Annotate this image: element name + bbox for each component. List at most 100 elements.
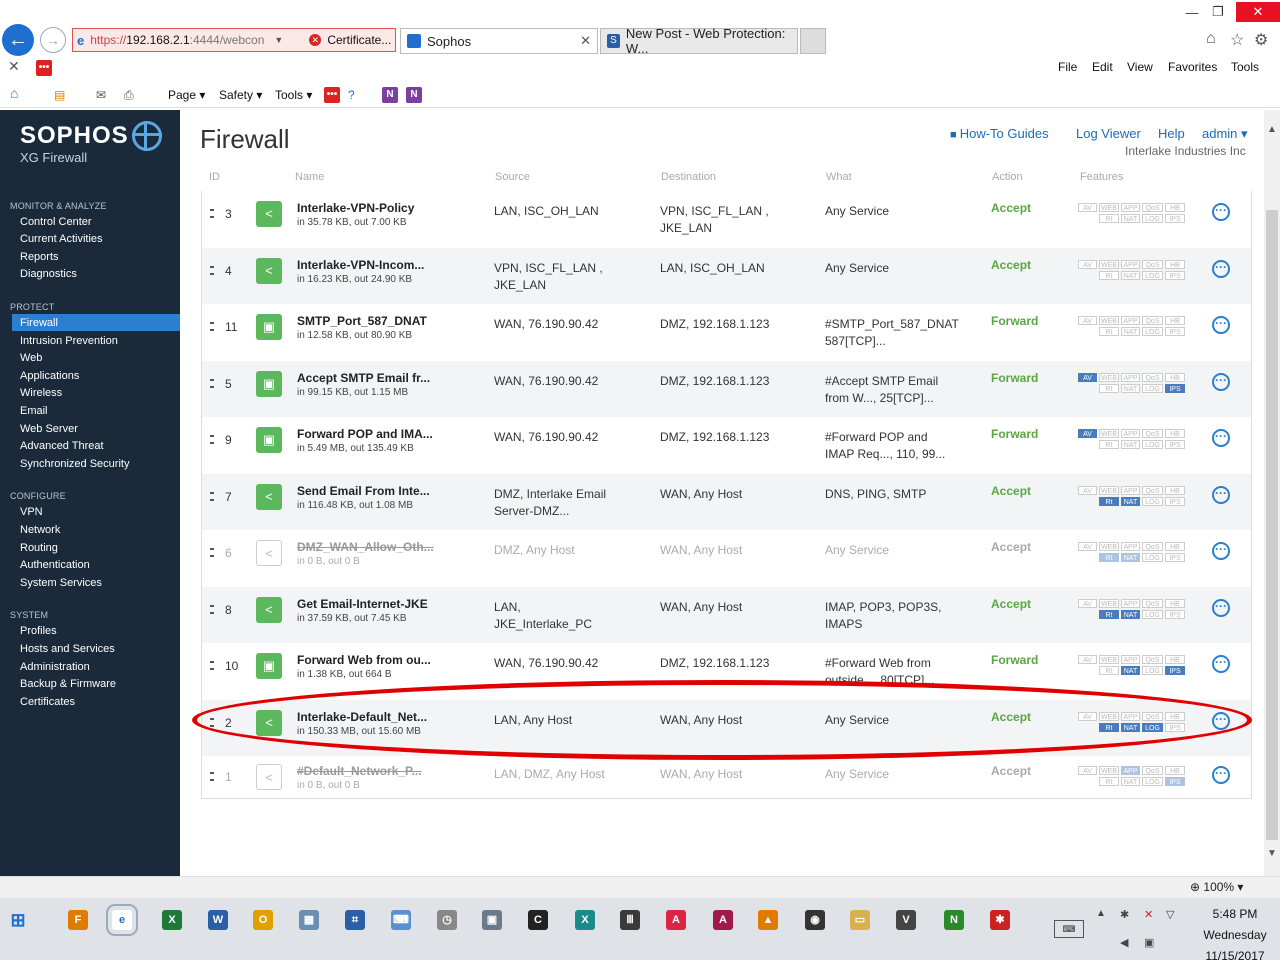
table-row[interactable]: 3 < Interlake-VPN-Policy in 35.78 KB, out 7… [202, 191, 1251, 248]
file-explorer-icon[interactable]: ▭ [850, 910, 870, 930]
outlook-icon[interactable]: O [253, 910, 273, 930]
drag-handle-icon[interactable] [210, 379, 214, 388]
page-menu[interactable]: Page ▾ [168, 88, 205, 102]
certificate-error[interactable]: ✕ Certificate... [309, 33, 391, 47]
onenote-icon[interactable]: N [382, 87, 398, 103]
rule-name[interactable]: Forward Web from ou... [297, 653, 431, 667]
sidebar-item-intrusion-prevention[interactable]: Intrusion Prevention [20, 335, 118, 347]
scroll-up-icon[interactable]: ▲ [1267, 124, 1277, 135]
sidebar-item-synchronized-security[interactable]: Synchronized Security [20, 458, 129, 470]
how-to-guides-link[interactable]: ■ How-To Guides [950, 126, 1049, 141]
library-app-icon[interactable]: Ⅲ [620, 910, 640, 930]
menu-file[interactable]: File [1058, 60, 1077, 74]
sidebar-item-administration[interactable]: Administration [20, 661, 90, 673]
drag-handle-icon[interactable] [210, 209, 214, 218]
sidebar-item-web-server[interactable]: Web Server [20, 423, 78, 435]
home-icon[interactable]: ⌂ [1206, 30, 1216, 48]
lastpass-icon[interactable]: ••• [36, 60, 52, 76]
internet-explorer-icon[interactable]: e [106, 904, 138, 936]
firefox-icon[interactable]: F [68, 910, 88, 930]
table-row[interactable]: 5 ▣ Accept SMTP Email fr... in 99.15 KB, ou… [202, 361, 1251, 417]
sidebar-item-hosts-and-services[interactable]: Hosts and Services [20, 643, 115, 655]
tab-new-post[interactable]: S New Post - Web Protection: W... [600, 26, 798, 56]
rule-name[interactable]: Send Email From Inte... [297, 484, 430, 498]
home-icon[interactable]: ⌂ [10, 85, 18, 101]
close-tab-icon[interactable]: ✕ [580, 33, 591, 49]
more-options-icon[interactable]: ··· [1212, 766, 1230, 784]
col-destination[interactable]: Destination [661, 171, 716, 183]
excel-viewer-icon[interactable]: X [575, 910, 595, 930]
sidebar-item-web[interactable]: Web [20, 352, 42, 364]
sidebar-item-diagnostics[interactable]: Diagnostics [20, 268, 77, 280]
col-action[interactable]: Action [992, 171, 1023, 183]
more-options-icon[interactable]: ··· [1212, 373, 1230, 391]
sidebar-item-current-activities[interactable]: Current Activities [20, 233, 103, 245]
sidebar-item-certificates[interactable]: Certificates [20, 696, 75, 708]
sidebar-item-profiles[interactable]: Profiles [20, 625, 57, 637]
keyboard-app-icon[interactable]: ⌨ [391, 910, 411, 930]
keyboard-icon[interactable]: ⌨ [1054, 920, 1084, 938]
scroll-down-icon[interactable]: ▼ [1267, 848, 1277, 859]
drag-handle-icon[interactable] [210, 266, 214, 275]
col-what[interactable]: What [826, 171, 852, 183]
drag-handle-icon[interactable] [210, 661, 214, 670]
tools-menu[interactable]: Tools ▾ [275, 88, 312, 102]
table-row[interactable]: 1 < #Default_Network_P... in 0 B, out 0 B LA… [202, 756, 1251, 799]
drag-handle-icon[interactable] [210, 605, 214, 614]
log-viewer-link[interactable]: Log Viewer [1076, 126, 1141, 141]
start-windows-icon[interactable]: ⊞ [8, 910, 28, 930]
scrollbar-thumb[interactable] [1266, 210, 1278, 840]
flag-icon[interactable]: ▽ [1166, 908, 1174, 921]
more-options-icon[interactable]: ··· [1212, 542, 1230, 560]
favorites-star-icon[interactable]: ☆ [1230, 30, 1244, 50]
dropdown-icon[interactable]: ▼ [274, 35, 283, 45]
app-red-icon[interactable]: ✱ [990, 910, 1010, 930]
app-icon[interactable]: ◉ [805, 910, 825, 930]
print-icon[interactable]: ⎙ [124, 88, 134, 103]
rule-name[interactable]: SMTP_Port_587_DNAT [297, 314, 427, 328]
acrobat-icon[interactable]: A [666, 910, 686, 930]
drag-handle-icon[interactable] [210, 548, 214, 557]
bluetooth-icon[interactable]: ✱ [1120, 908, 1129, 921]
menu-edit[interactable]: Edit [1092, 60, 1113, 74]
close-icon[interactable]: ✕ [8, 58, 20, 75]
more-options-icon[interactable]: ··· [1212, 486, 1230, 504]
col-source[interactable]: Source [495, 171, 530, 183]
mail-icon[interactable]: ✉ [96, 88, 106, 102]
network-tool-icon[interactable]: ⌗ [345, 910, 365, 930]
sidebar-item-control-center[interactable]: Control Center [20, 216, 92, 228]
drag-handle-icon[interactable] [210, 435, 214, 444]
menu-view[interactable]: View [1127, 60, 1153, 74]
sidebar-item-reports[interactable]: Reports [20, 251, 59, 263]
sidebar-item-authentication[interactable]: Authentication [20, 559, 90, 571]
command-prompt-icon[interactable]: C [528, 910, 548, 930]
more-options-icon[interactable]: ··· [1212, 429, 1230, 447]
drag-handle-icon[interactable] [210, 492, 214, 501]
sidebar-item-vpn[interactable]: VPN [20, 506, 43, 518]
more-options-icon[interactable]: ··· [1212, 316, 1230, 334]
sidebar-item-backup-firmware[interactable]: Backup & Firmware [20, 678, 116, 690]
sidebar-item-wireless[interactable]: Wireless [20, 387, 62, 399]
more-options-icon[interactable]: ··· [1212, 260, 1230, 278]
table-row[interactable]: 9 ▣ Forward POP and IMA... in 5.49 MB, out … [202, 417, 1251, 474]
feeds-icon[interactable]: ▤ [54, 88, 65, 102]
rule-name[interactable]: Interlake-VPN-Incom... [297, 258, 424, 272]
sidebar-item-advanced-threat[interactable]: Advanced Threat [20, 440, 104, 452]
settings-gear-icon[interactable]: ⚙ [1254, 30, 1268, 50]
sidebar-item-email[interactable]: Email [20, 405, 48, 417]
menu-favorites[interactable]: Favorites [1168, 60, 1217, 74]
calculator-icon[interactable]: ▦ [299, 910, 319, 930]
zoom-level[interactable]: ⊕ 100% ▾ [1190, 880, 1243, 894]
rule-name[interactable]: #Default_Network_P... [297, 764, 422, 778]
admin-menu[interactable]: admin ▾ [1202, 126, 1248, 142]
table-row[interactable]: 4 < Interlake-VPN-Incom... in 16.23 KB, out… [202, 248, 1251, 304]
sidebar-item-routing[interactable]: Routing [20, 542, 58, 554]
table-row[interactable]: 6 < DMZ_WAN_Allow_Oth... in 0 B, out 0 B DMZ… [202, 530, 1251, 587]
vnc-icon[interactable]: V [896, 910, 916, 930]
minimize-button[interactable]: — [1180, 2, 1204, 22]
drag-handle-icon[interactable] [210, 772, 214, 781]
network-error-icon[interactable]: ✕ [1144, 908, 1153, 921]
clock-app-icon[interactable]: ◷ [437, 910, 457, 930]
rule-name[interactable]: Interlake-VPN-Policy [297, 201, 414, 215]
display-icon[interactable]: ▣ [1144, 936, 1154, 949]
